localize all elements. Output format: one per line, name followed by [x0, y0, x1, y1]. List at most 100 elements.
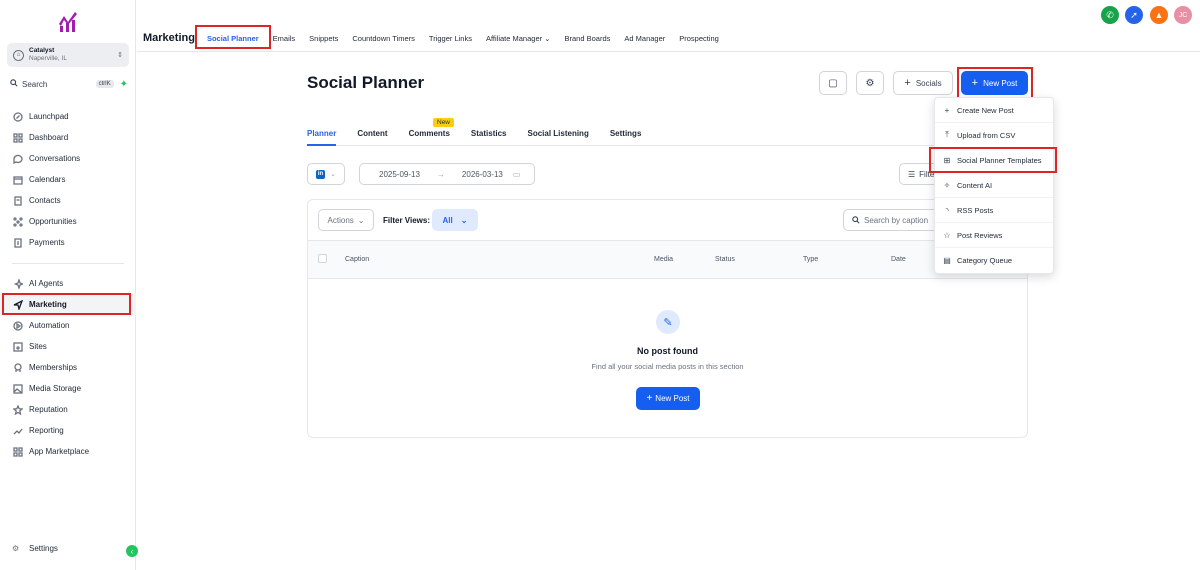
- gear-icon: ⚙: [12, 544, 20, 553]
- sidebar-item-reporting[interactable]: Reporting: [0, 420, 136, 441]
- image-icon: [12, 383, 24, 395]
- highlight-box-new-post: [957, 67, 1033, 99]
- sidebar-item-memberships[interactable]: Memberships: [0, 357, 136, 378]
- phone-icon: ✆: [1106, 9, 1114, 20]
- menu-item-create-new-post[interactable]: + Create New Post: [935, 98, 1053, 123]
- chevron-down-icon: ⌄: [357, 215, 365, 225]
- empty-new-post-button[interactable]: + New Post: [636, 387, 700, 410]
- topnav-snippets[interactable]: Snippets: [309, 34, 338, 43]
- account-name: Catalyst: [29, 47, 55, 54]
- ai-sparkle-icon[interactable]: ✦: [120, 79, 128, 90]
- bell-icon: ▲: [1154, 10, 1164, 20]
- phone-button[interactable]: ✆: [1101, 6, 1119, 24]
- account-switcher[interactable]: ⌂ Catalyst Naperville, IL ⇕: [7, 43, 129, 67]
- topnav-countdown-timers[interactable]: Countdown Timers: [352, 34, 415, 43]
- menu-item-content-ai[interactable]: ✧ Content AI: [935, 173, 1053, 198]
- tab-social-listening[interactable]: Social Listening: [527, 124, 588, 146]
- column-date: Date: [891, 256, 906, 263]
- topnav-trigger-links[interactable]: Trigger Links: [429, 34, 472, 43]
- highlight-box-social-planner: [195, 25, 271, 49]
- chevron-down-icon: ⌄: [330, 171, 336, 178]
- sidebar-item-settings[interactable]: ⚙ Settings: [12, 544, 58, 553]
- notifications-button[interactable]: ▲: [1150, 6, 1168, 24]
- topnav-emails[interactable]: Emails: [273, 34, 296, 43]
- table-header: Caption Media Status Type Date: [308, 240, 1027, 279]
- rocket-icon: [12, 111, 24, 123]
- highlight-box-marketing: [2, 293, 131, 315]
- chevron-down-icon: ⌄: [460, 215, 468, 225]
- topnav-ad-manager[interactable]: Ad Manager: [624, 34, 665, 43]
- tab-content[interactable]: Content: [357, 124, 387, 146]
- empty-state-subtitle: Find all your social media posts in this…: [591, 362, 744, 371]
- plus-icon: +: [646, 393, 653, 404]
- tab-planner[interactable]: Planner: [307, 124, 337, 146]
- sidebar: ⌂ Catalyst Naperville, IL ⇕ Search ctrlK…: [0, 0, 138, 570]
- tab-settings[interactable]: Settings: [610, 124, 642, 146]
- menu-item-upload-csv[interactable]: ⤒ Upload from CSV: [935, 123, 1053, 148]
- feedback-button[interactable]: ▢: [819, 71, 847, 95]
- menu-item-rss-posts[interactable]: ◝ RSS Posts: [935, 198, 1053, 223]
- add-socials-button[interactable]: + Socials: [893, 71, 953, 95]
- column-caption: Caption: [345, 256, 370, 263]
- search-icon: [10, 79, 19, 89]
- sidebar-item-payments[interactable]: Payments: [0, 232, 136, 253]
- posts-card: Actions ⌄ Filter Views: All ⌄ Search by …: [307, 199, 1028, 438]
- sidebar-item-ai-agents[interactable]: AI Agents: [0, 273, 136, 294]
- column-type: Type: [803, 256, 819, 263]
- tab-bar: Planner Content Comments Statistics Soci…: [307, 124, 1028, 146]
- date-range-picker[interactable]: 2025-09-13 → 2026-03-13 ▭: [359, 163, 535, 185]
- search-icon: [852, 216, 860, 224]
- sidebar-item-calendars[interactable]: Calendars: [0, 169, 136, 190]
- plus-icon: +: [944, 105, 950, 115]
- settings-button[interactable]: ⚙: [856, 71, 884, 95]
- filter-icon: ☰: [908, 169, 916, 179]
- collapse-sidebar-button[interactable]: ‹: [126, 545, 138, 557]
- chevron-updown-icon: ⇕: [117, 52, 123, 59]
- star-icon: ☆: [943, 230, 951, 240]
- sidebar-item-app-marketplace[interactable]: App Marketplace: [0, 441, 136, 462]
- menu-item-post-reviews[interactable]: ☆ Post Reviews: [935, 223, 1053, 248]
- platform-filter[interactable]: in ⌄: [307, 163, 345, 185]
- sidebar-item-media-storage[interactable]: Media Storage: [0, 378, 136, 399]
- sidebar-item-launchpad[interactable]: Launchpad: [0, 106, 136, 127]
- sidebar-item-dashboard[interactable]: Dashboard: [0, 127, 136, 148]
- page-title: Social Planner: [307, 73, 425, 92]
- contacts-icon: [12, 195, 24, 207]
- chat-icon: [12, 153, 24, 165]
- filter-views-select[interactable]: All ⌄: [432, 209, 478, 231]
- new-post-menu: + Create New Post ⤒ Upload from CSV ⊞ So…: [934, 97, 1054, 274]
- top-bar: Marketing Social Planner Emails Snippets…: [137, 0, 1200, 52]
- sidebar-item-conversations[interactable]: Conversations: [0, 148, 136, 169]
- tab-comments[interactable]: Comments: [409, 124, 450, 146]
- topnav-brand-boards[interactable]: Brand Boards: [565, 34, 611, 43]
- empty-state-title: No post found: [637, 346, 698, 356]
- tab-statistics[interactable]: Statistics: [471, 124, 507, 146]
- sidebar-item-contacts[interactable]: Contacts: [0, 190, 136, 211]
- avatar[interactable]: JC: [1174, 6, 1192, 24]
- sidebar-search[interactable]: Search ctrlK ✦: [10, 78, 128, 90]
- actions-dropdown[interactable]: Actions ⌄: [318, 209, 374, 231]
- edit-icon: ✎: [656, 310, 680, 334]
- chevron-left-icon: ‹: [130, 546, 134, 556]
- queue-icon: ▤: [943, 256, 951, 265]
- highlight-box-templates: [929, 147, 1057, 173]
- account-icon: ⌂: [13, 49, 24, 61]
- sidebar-item-opportunities[interactable]: Opportunities: [0, 211, 136, 232]
- select-all-checkbox[interactable]: [318, 254, 327, 263]
- menu-item-category-queue[interactable]: ▤ Category Queue: [935, 248, 1053, 273]
- sidebar-item-sites[interactable]: Sites: [0, 336, 136, 357]
- new-badge: New: [433, 118, 455, 127]
- sidebar-item-automation[interactable]: Automation: [0, 315, 136, 336]
- chevron-down-icon: ⌄: [544, 33, 551, 43]
- launch-button[interactable]: ➚: [1125, 6, 1143, 24]
- app-logo[interactable]: [56, 10, 80, 32]
- membership-icon: [12, 362, 24, 374]
- filter-views-label: Filter Views:: [383, 216, 430, 225]
- calendar-icon: [12, 174, 24, 186]
- trend-icon: [12, 425, 24, 437]
- caption-search-input[interactable]: Search by caption: [843, 209, 943, 231]
- sidebar-item-reputation[interactable]: Reputation: [0, 399, 136, 420]
- topnav-affiliate-manager[interactable]: Affiliate Manager ⌄: [486, 34, 551, 43]
- topnav-prospecting[interactable]: Prospecting: [679, 34, 719, 43]
- apps-icon: [12, 446, 24, 458]
